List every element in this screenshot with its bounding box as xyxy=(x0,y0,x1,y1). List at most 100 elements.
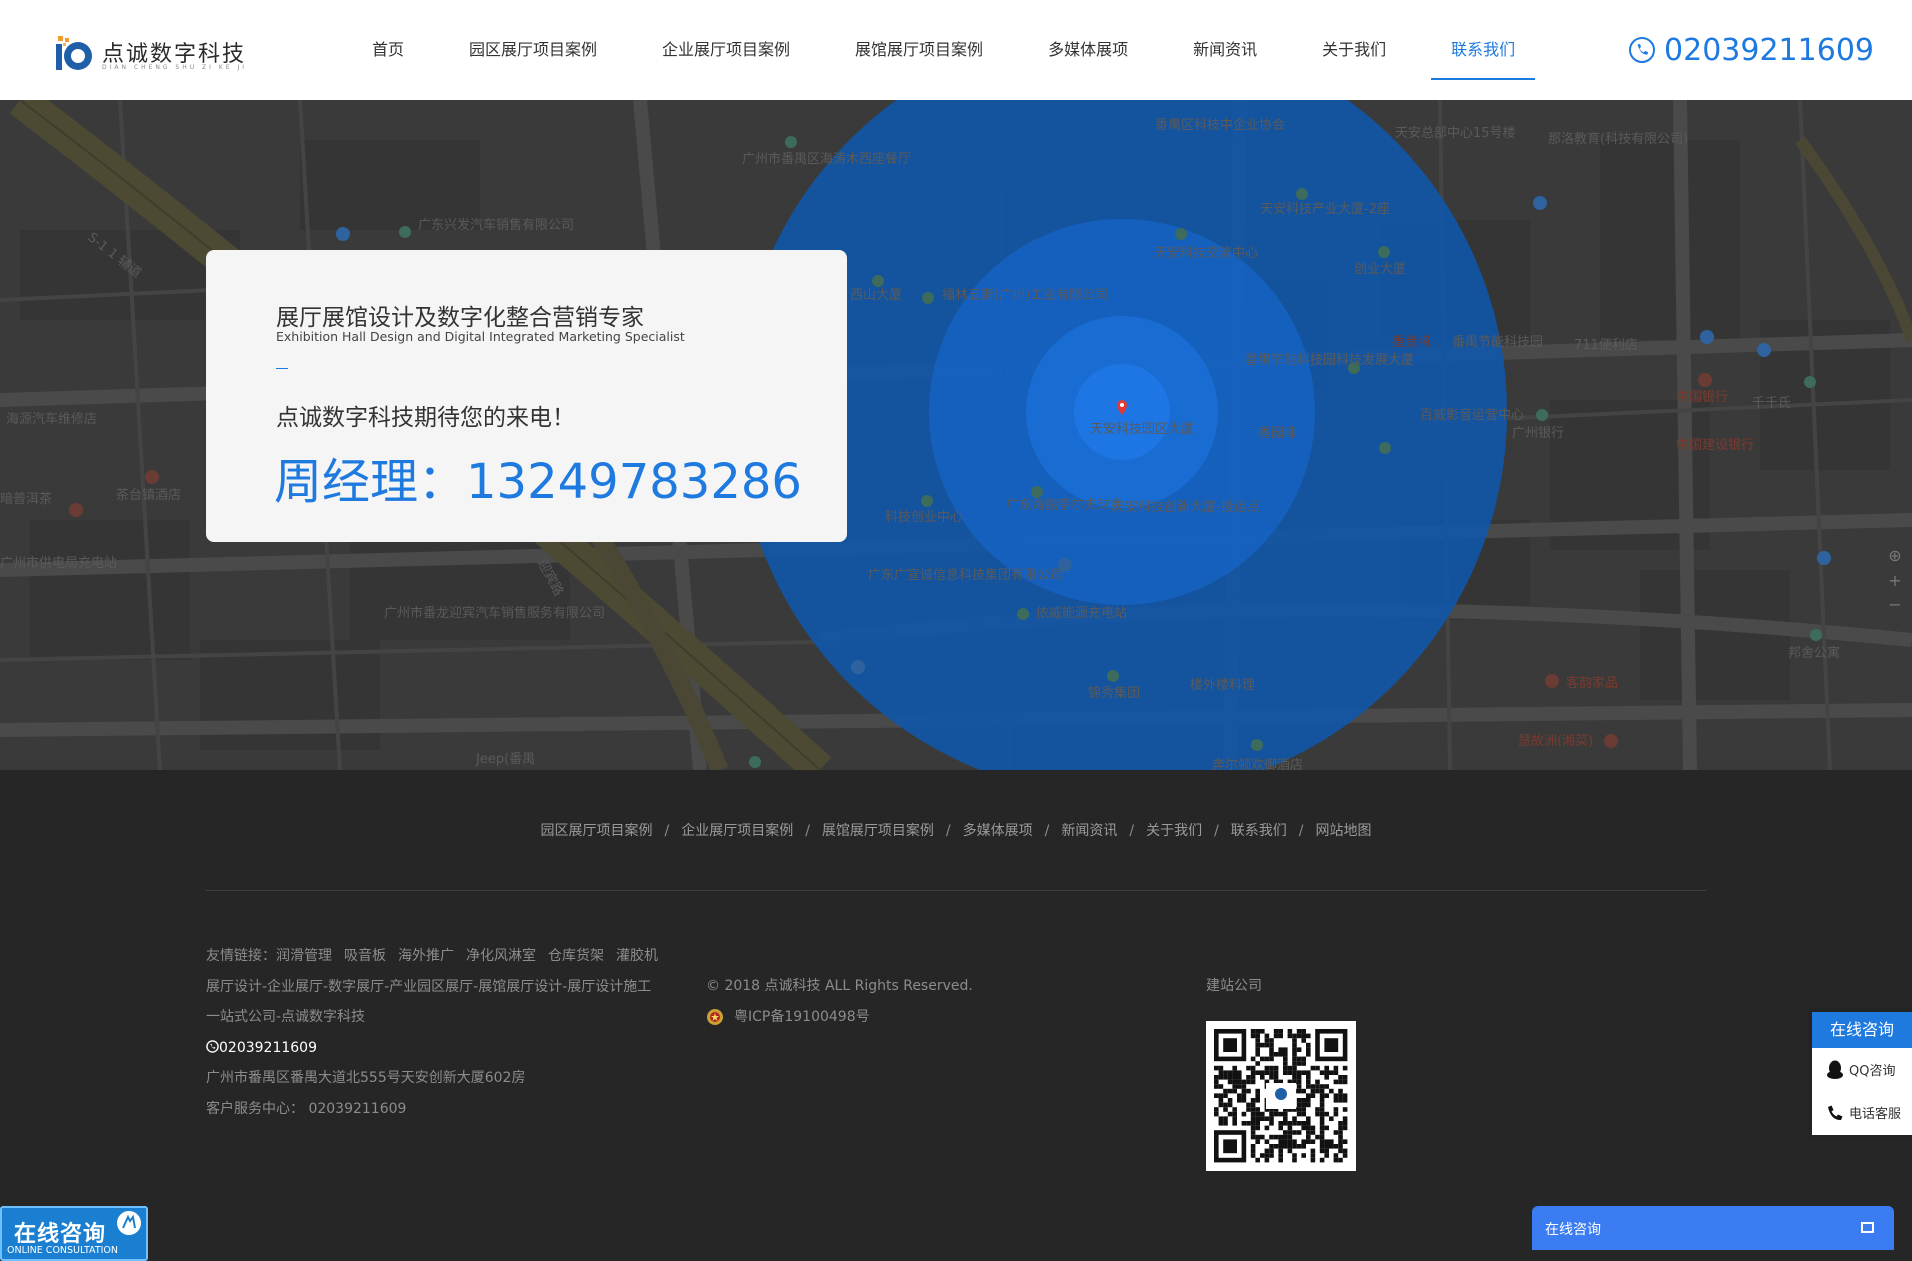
footer-phone[interactable]: 02039211609 xyxy=(206,1033,670,1064)
footer-nav-separator: / xyxy=(664,823,670,839)
friend-link[interactable]: 海外推广 xyxy=(398,948,454,964)
side-qq-label: QQ咨询 xyxy=(1849,1064,1896,1079)
friend-link[interactable]: 润滑管理 xyxy=(276,948,332,964)
map-poi-label: 那洛教育(科技有限公司) xyxy=(1548,132,1689,147)
map-poi-label: 广州市供电局充电站 xyxy=(0,556,118,571)
map-poi-label: 楼外楼料理 xyxy=(1190,678,1256,693)
map-poi-label: 广东广宣诚信息科技集团有限公司 xyxy=(868,568,1064,583)
map-poi-label: 广州市番龙迎宾汽车销售服务有限公司 xyxy=(384,606,606,621)
footer-nav-separator: / xyxy=(805,823,810,839)
header-hotline[interactable]: 02039211609 xyxy=(1628,30,1874,70)
footer-nav-link[interactable]: 关于我们 xyxy=(1146,823,1202,839)
side-phone-label: 电话客服 xyxy=(1849,1107,1902,1122)
hotline-number: 02039211609 xyxy=(1664,32,1874,68)
logo-subtext: DIAN CHENG SHU ZI KE JI xyxy=(102,64,248,71)
online-consult-button[interactable]: 在线咨询 ONLINE CONSULTATION xyxy=(0,1206,148,1261)
footer-nav-link[interactable]: 联系我们 xyxy=(1231,823,1287,839)
map-poi-label: 天安科技产业大厦-2座 xyxy=(1260,202,1390,217)
map-poi-label: 番禺节能科技园科技发展大厦 xyxy=(1245,353,1415,368)
map-poi-label: 客韵家品 xyxy=(1566,676,1619,691)
card-divider xyxy=(276,368,288,369)
footer-copyright-column: © 2018 点诚科技 ALL Rights Reserved. 粤ICP备19… xyxy=(706,971,973,1032)
map-zoom-in-icon[interactable]: + xyxy=(1884,570,1906,592)
consult-subtitle: ONLINE CONSULTATION xyxy=(7,1245,119,1256)
nav-item-4[interactable]: 多媒体展项 xyxy=(1028,0,1148,100)
card-tagline: 点诚数字科技期待您的来电！ xyxy=(276,405,575,431)
icp-number: 粤ICP备19100498号 xyxy=(734,1008,870,1025)
qr-code-image xyxy=(1206,1021,1356,1171)
site-header: 点诚数字科技 DIAN CHENG SHU ZI KE JI 首页 园区展厅项目案… xyxy=(0,0,1912,100)
footer-nav-link[interactable]: 园区展厅项目案例 xyxy=(540,823,652,839)
card-phone[interactable]: 周经理：13249783286 xyxy=(274,442,802,512)
map-locate-icon[interactable]: ⊕ xyxy=(1884,545,1906,567)
footer-build-column: 建站公司 xyxy=(1206,971,1262,1002)
side-phone-button[interactable]: 电话客服 xyxy=(1812,1091,1912,1134)
map-poi-label: 711便利店 xyxy=(1574,338,1638,353)
footer-info-column: 友情链接：润滑管理 吸音板 海外推广 净化风淋室 仓库货架 灌胶机 展厅设计-企业展厅-数… xyxy=(206,941,670,1124)
main-nav: 首页 园区展厅项目案例 企业展厅项目案例 展馆展厅项目案例 多媒体展项 新闻资讯 关于我们联… xyxy=(352,0,1560,100)
nav-item-7[interactable]: 联系我们 xyxy=(1431,0,1536,100)
map-poi-label: 慧故洲(湘菜) xyxy=(1518,734,1594,749)
friend-links: 友情链接：润滑管理 吸音板 海外推广 净化风淋室 仓库货架 灌胶机 xyxy=(206,941,670,972)
footer-desc-2: 一站式公司-点诚数字科技 xyxy=(206,1009,366,1025)
nav-item-5[interactable]: 新闻资讯 xyxy=(1173,0,1277,100)
nav-item-2[interactable]: 企业展厅项目案例 xyxy=(642,0,810,100)
map-poi-label: 暗普洱茶 xyxy=(0,492,53,507)
phone-circle-icon xyxy=(206,1039,219,1053)
map-poi-label: 创业大厦 xyxy=(1354,262,1407,277)
footer-nav-link[interactable]: 多媒体展项 xyxy=(963,823,1033,839)
footer-nav-link[interactable]: 展馆展厅项目案例 xyxy=(822,823,934,839)
friend-links-label: 友情链接： xyxy=(206,948,276,964)
footer-nav-link[interactable]: 网站地图 xyxy=(1316,823,1372,839)
side-qq-button[interactable]: QQ咨询 xyxy=(1812,1048,1912,1091)
map-poi-label: 福林五斯(广州)工业有限公司 xyxy=(942,288,1109,303)
map-poi-label: 茶台镇酒店 xyxy=(116,488,182,503)
footer-desc-1: 展厅设计-企业展厅-数字展厅-产业园区展厅-展馆展厅设计-展厅设计施工 xyxy=(206,978,652,995)
map-poi-label: 番禺节能科技园 xyxy=(1452,335,1544,350)
map-poi-label: 天安科技交流中心 xyxy=(1154,246,1259,261)
consult-title: 在线咨询 xyxy=(14,1222,107,1247)
map-poi-label: 科技创业中心 xyxy=(885,510,964,525)
nav-item-1[interactable]: 园区展厅项目案例 xyxy=(449,0,617,100)
footer-address: 广州市番禺区番禺大道北555号天安创新大厦602房 xyxy=(206,1070,526,1086)
footer-nav-separator: / xyxy=(1298,823,1304,839)
friend-link[interactable]: 灌胶机 xyxy=(616,948,658,964)
footer-icp[interactable]: 粤ICP备19100498号 xyxy=(706,1002,973,1033)
footer-service: 客户服务中心： 02039211609 xyxy=(206,1100,407,1117)
map-poi-label: 广东兴发汽车销售有限公司 xyxy=(418,218,575,233)
map-poi-label: 中国银行 xyxy=(1676,390,1729,405)
location-map[interactable]: 番禺区科技中企业协会 天安总部中心15号楼 那洛教育(科技有限公司) 广州市番禺区海涛… xyxy=(0,100,1912,770)
nav-item-0[interactable]: 首页 xyxy=(352,0,424,100)
contact-card: 展厅展馆设计及数字化整合营销专家 Exhibition Hall Design … xyxy=(206,250,847,542)
map-poi-label: 依威能源充电站 xyxy=(1036,606,1128,621)
map-poi-label: 香园味 xyxy=(1258,426,1298,441)
map-poi-label: 天安总部中心15号楼 xyxy=(1395,126,1516,141)
site-build-label[interactable]: 建站公司 xyxy=(1206,971,1262,1002)
consult-badge-icon xyxy=(117,1211,141,1235)
nav-item-6[interactable]: 关于我们 xyxy=(1302,0,1406,100)
map-poi-label: 千千氏 xyxy=(1752,396,1792,411)
map-poi-label: 百威影音运营中心 xyxy=(1420,408,1525,423)
friend-link[interactable]: 净化风淋室 xyxy=(466,948,536,964)
chat-widget-bar[interactable]: 在线咨询 xyxy=(1532,1206,1894,1250)
nav-item-3[interactable]: 展馆展厅项目案例 xyxy=(835,0,1003,100)
chat-bar-label: 在线咨询 xyxy=(1545,1222,1601,1238)
site-logo[interactable]: 点诚数字科技 DIAN CHENG SHU ZI KE JI xyxy=(56,34,256,74)
side-contact-panel: 在线咨询 QQ咨询 电话客服 xyxy=(1812,1012,1912,1135)
map-poi-label: 天安科技创新大厦-投运点 xyxy=(1112,500,1260,515)
qq-penguin-icon xyxy=(1827,1060,1843,1079)
card-subtitle: Exhibition Hall Design and Digital Integ… xyxy=(276,329,685,344)
footer-nav-link[interactable]: 新闻资讯 xyxy=(1061,823,1117,839)
side-consult-header[interactable]: 在线咨询 xyxy=(1812,1012,1912,1048)
map-poi-label: 西山大厦 xyxy=(850,288,903,303)
footer-nav-link[interactable]: 企业展厅项目案例 xyxy=(681,823,793,839)
footer-copyright: © 2018 点诚科技 ALL Rights Reserved. xyxy=(706,978,973,994)
map-poi-label: 中国建设银行 xyxy=(1676,438,1755,453)
friend-link[interactable]: 仓库货架 xyxy=(548,948,604,964)
police-badge-icon xyxy=(707,1008,723,1025)
friend-link[interactable]: 吸音板 xyxy=(344,948,386,964)
phone-circle-icon xyxy=(1629,37,1656,63)
footer-nav: 园区展厅项目案例 / 企业展厅项目案例 / 展馆展厅项目案例 / 多媒体展项 / 新闻资讯 / 关于… xyxy=(0,820,1912,840)
chat-minimize-icon[interactable] xyxy=(1861,1222,1874,1233)
map-zoom-out-icon[interactable]: − xyxy=(1884,594,1906,616)
